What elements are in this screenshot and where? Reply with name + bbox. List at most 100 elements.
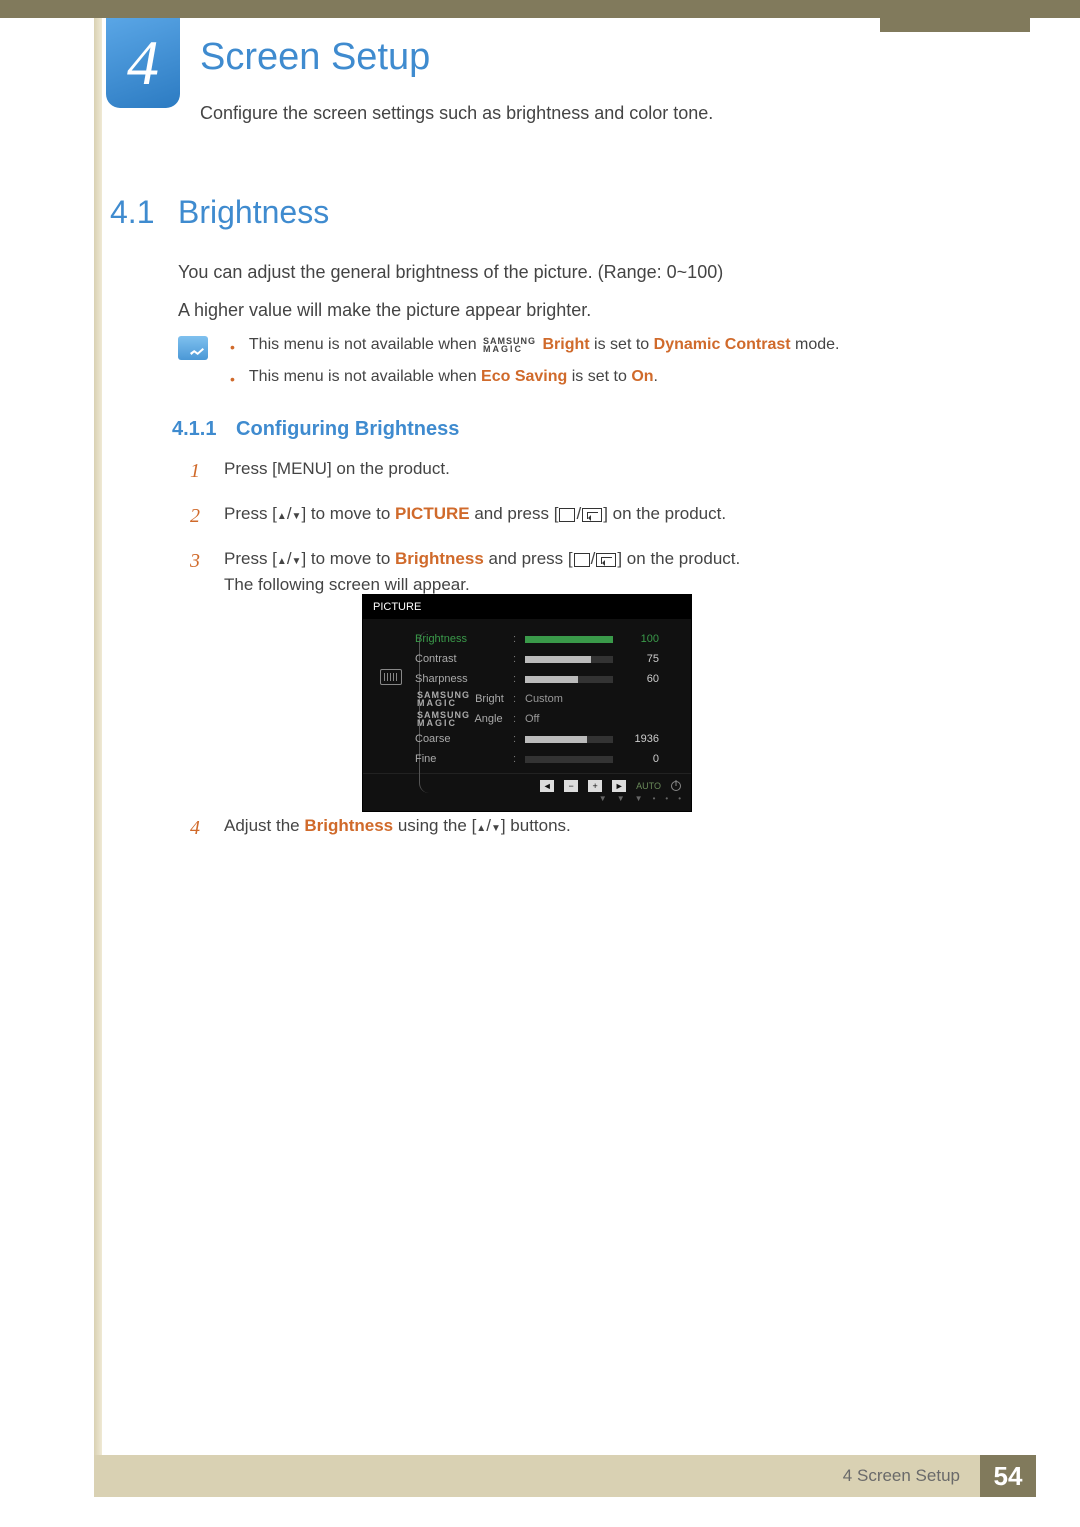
osd-row: SAMSUNGMAGIC Angle: Off (415, 709, 677, 729)
section-paragraph-1: You can adjust the general brightness of… (178, 259, 723, 287)
osd-slider-bar (525, 736, 613, 743)
footer-bar: 4 Screen Setup 54 (94, 1455, 1036, 1497)
osd-colon: : (513, 653, 519, 665)
down-arrow-icon (292, 549, 302, 568)
enter-return-icon (596, 553, 616, 567)
bullet-icon: • (230, 336, 235, 358)
step-3: 3 Press [/] to move to Brightness and pr… (190, 546, 990, 599)
osd-slider-fill (525, 656, 591, 663)
osd-slider-bar (525, 676, 613, 683)
note-block: • This menu is not available when SAMSUN… (178, 336, 990, 400)
header-notch (880, 0, 1030, 32)
down-arrow-icon (491, 816, 501, 835)
section-title: Brightness (178, 194, 329, 231)
osd-nav-sub-icon: ▼ (635, 794, 643, 803)
osd-row-label: Coarse (415, 733, 507, 745)
osd-nav-right-icon: ► (612, 780, 626, 792)
osd-row: Coarse: 1936 (415, 729, 677, 749)
osd-colon: : (513, 673, 519, 685)
osd-row-value: 100 (625, 633, 659, 645)
footer-chapter-label: 4 Screen Setup (843, 1466, 960, 1486)
osd-row-label: Fine (415, 753, 507, 765)
chapter-badge: 4 (106, 18, 180, 108)
subsection-heading: 4.1.1 Configuring Brightness (172, 418, 459, 441)
osd-body: Brightness: 100 Contrast: 75 Sharpness: 60 SAM… (363, 619, 691, 773)
osd-colon: : (513, 713, 519, 725)
bullet-icon: • (230, 368, 235, 390)
note-item-2: • This menu is not available when Eco Sa… (230, 368, 839, 390)
power-icon (671, 781, 681, 791)
osd-row: Contrast: 75 (415, 649, 677, 669)
osd-nav-plus-icon: + (588, 780, 602, 792)
osd-nav-bar: ◄ − + ► AUTO ▼ ▼ ▼ • • • (363, 773, 691, 811)
osd-slider-fill (525, 736, 587, 743)
step-number: 4 (190, 813, 206, 844)
osd-slider-bar (525, 656, 613, 663)
enter-box-icon (574, 553, 590, 567)
step-number: 1 (190, 456, 206, 487)
step-1: 1 Press [MENU] on the product. (190, 456, 990, 487)
section-paragraph-2: A higher value will make the picture app… (178, 297, 591, 325)
osd-colon: : (513, 693, 519, 705)
osd-row-value: Custom (525, 693, 563, 705)
step-text: Press [MENU] on the product. (224, 456, 450, 482)
osd-slider-bar (525, 756, 613, 763)
header-bar (0, 0, 1080, 18)
osd-nav-left-icon: ◄ (540, 780, 554, 792)
osd-nav-sub-icon: • (653, 794, 656, 803)
chapter-title: Screen Setup (200, 36, 430, 79)
osd-nav-minus-icon: − (564, 780, 578, 792)
osd-slider-fill (525, 636, 613, 643)
section-number: 4.1 (110, 194, 154, 231)
step-text: Press [/] to move to Brightness and pres… (224, 546, 740, 599)
osd-row-label: Brightness (415, 633, 507, 645)
osd-nav-sub-icon: • (665, 794, 668, 803)
osd-row-label: Sharpness (415, 673, 507, 685)
osd-slider-bar (525, 636, 613, 643)
footer-page-number: 54 (980, 1455, 1036, 1497)
note-text: This menu is not available when SAMSUNGM… (249, 336, 840, 354)
note-text: This menu is not available when Eco Savi… (249, 368, 658, 386)
step-2: 2 Press [/] to move to PICTURE and press… (190, 501, 990, 532)
osd-nav-sub-icon: • (678, 794, 681, 803)
osd-colon: : (513, 733, 519, 745)
enter-box-icon (559, 508, 575, 522)
step-4: 4 Adjust the Brightness using the [/] bu… (190, 813, 990, 844)
osd-row-value: 60 (625, 673, 659, 685)
chapter-description: Configure the screen settings such as br… (200, 100, 713, 128)
note-item-1: • This menu is not available when SAMSUN… (230, 336, 839, 358)
picture-category-icon (380, 669, 402, 685)
osd-row-value: Off (525, 713, 539, 725)
osd-nav-auto-label: AUTO (636, 781, 661, 791)
osd-row-label: SAMSUNGMAGIC Angle (415, 711, 507, 727)
enter-return-icon (582, 508, 602, 522)
osd-row: SAMSUNGMAGIC Bright: Custom (415, 689, 677, 709)
step-number: 2 (190, 501, 206, 532)
osd-category-icon-col (377, 629, 405, 769)
subsection-title: Configuring Brightness (236, 418, 459, 440)
subsection-number: 4.1.1 (172, 418, 216, 440)
osd-slider-fill (525, 676, 578, 683)
samsung-magic-logo: SAMSUNGMAGIC (483, 337, 536, 353)
osd-row-value: 75 (625, 653, 659, 665)
note-icon (178, 336, 208, 360)
osd-menu: PICTURE Brightness: 100 Contrast: 75 Sharpne… (362, 594, 692, 812)
up-arrow-icon (476, 816, 486, 835)
osd-row-value: 0 (625, 753, 659, 765)
note-list: • This menu is not available when SAMSUN… (230, 336, 839, 400)
up-arrow-icon (277, 504, 287, 523)
chapter-number: 4 (127, 26, 159, 100)
down-arrow-icon (292, 504, 302, 523)
osd-row-label: SAMSUNGMAGIC Bright (415, 691, 507, 707)
up-arrow-icon (277, 549, 287, 568)
step-number: 3 (190, 546, 206, 577)
step-text: Adjust the Brightness using the [/] butt… (224, 813, 571, 839)
osd-colon: : (513, 753, 519, 765)
osd-row-label: Contrast (415, 653, 507, 665)
osd-nav-sub-icon: ▼ (617, 794, 625, 803)
osd-row: Sharpness: 60 (415, 669, 677, 689)
osd-row: Fine: 0 (415, 749, 677, 769)
osd-title: PICTURE (363, 595, 691, 619)
step-text: Press [/] to move to PICTURE and press [… (224, 501, 726, 527)
osd-row-value: 1936 (625, 733, 659, 745)
